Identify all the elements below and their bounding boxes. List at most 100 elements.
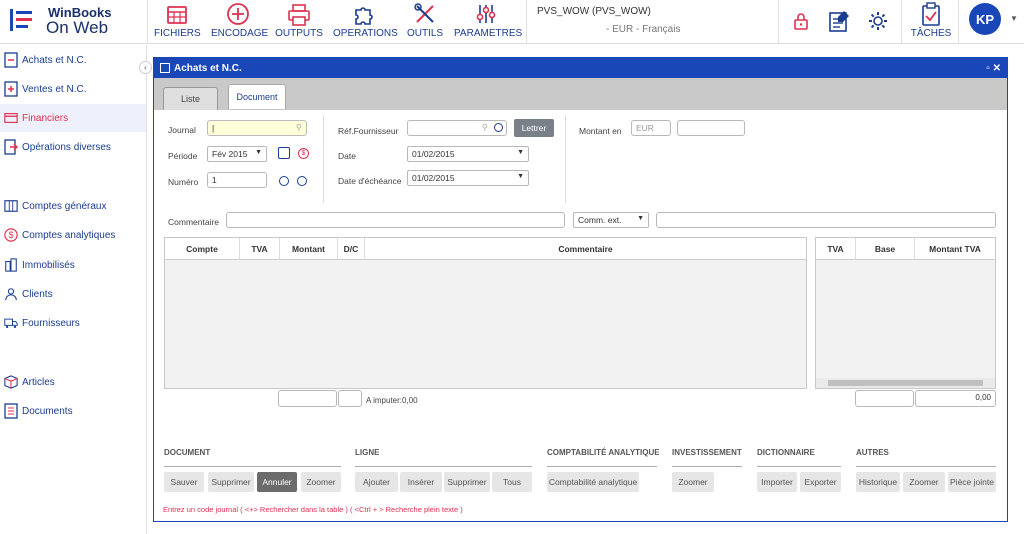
column-header[interactable]: TVA <box>816 238 856 260</box>
vat-base-total <box>855 390 914 407</box>
commentaire-label: Commentaire <box>168 217 220 227</box>
section-dictionnaire-label: DICTIONNAIRE <box>757 448 815 457</box>
notes-icon[interactable] <box>828 9 852 33</box>
taches-button[interactable]: TÂCHES <box>908 0 954 44</box>
supprimer-ligne-button[interactable]: Supprimer <box>444 472 490 492</box>
date-select[interactable]: 01/02/2015 ▼ <box>407 146 529 162</box>
sidebar: Achats et N.C. Ventes et N.C. Financiers… <box>0 45 147 534</box>
importer-button[interactable]: Importer <box>757 472 797 492</box>
commentaire-input[interactable] <box>226 212 565 228</box>
date-label: Date <box>338 151 356 161</box>
exporter-button[interactable]: Exporter <box>800 472 841 492</box>
annuler-button[interactable]: Annuler <box>257 472 297 492</box>
sidebar-item-achats[interactable]: Achats et N.C. <box>0 47 146 73</box>
horizontal-scrollbar[interactable] <box>816 378 995 388</box>
column-header[interactable]: TVA <box>240 238 280 260</box>
zoomer-autres-button[interactable]: Zoomer <box>903 472 945 492</box>
echeance-label: Date d'échéance <box>338 176 402 186</box>
sidebar-item-operations-diverses[interactable]: Opérations diverses <box>0 134 146 160</box>
sidebar-item-documents[interactable]: Documents <box>0 398 146 424</box>
toolbar-fichiers-button[interactable]: FICHIERS <box>154 0 201 44</box>
piece-jointe-button[interactable]: Pièce jointe <box>948 472 996 492</box>
minus-circle-icon[interactable] <box>494 123 503 132</box>
echeance-select[interactable]: 01/02/2015 ▼ <box>407 170 529 186</box>
montant-input[interactable] <box>677 120 745 136</box>
maximize-icon[interactable]: ▫ <box>986 63 990 74</box>
plus-circle-small-icon[interactable] <box>297 176 307 186</box>
column-header[interactable]: Compte <box>165 238 240 260</box>
sidebar-item-label: Documents <box>22 405 73 417</box>
currency-label: EUR <box>612 24 634 35</box>
vat-table[interactable]: TVA Base Montant TVA <box>815 237 996 389</box>
inserer-button[interactable]: Insérer <box>400 472 442 492</box>
toolbar-encodage-button[interactable]: ENCODAGE <box>211 0 268 44</box>
sidebar-item-comptes-analytiques[interactable]: $ Comptes analytiques <box>0 222 146 248</box>
historique-button[interactable]: Historique <box>856 472 900 492</box>
search-icon[interactable]: ⚲ <box>296 122 302 133</box>
winbooks-logo[interactable]: WinBooks On Web <box>0 0 148 44</box>
sidebar-item-immobilises[interactable]: Immobilisés <box>0 252 146 278</box>
column-header[interactable]: Commentaire <box>365 238 806 260</box>
montant-label: Montant en <box>579 126 622 136</box>
calendar-icon[interactable] <box>278 147 290 159</box>
supprimer-button[interactable]: Supprimer <box>208 472 254 492</box>
sidebar-item-articles[interactable]: Articles <box>0 369 146 395</box>
montant-currency-input[interactable]: EUR <box>631 120 671 136</box>
a-imputer-label: A imputer:0,00 <box>366 396 418 405</box>
currency-circle-icon[interactable]: $ <box>298 148 309 159</box>
divider <box>355 466 532 467</box>
window-header: Achats et N.C. ▫ ✕ <box>154 58 1007 78</box>
column-header[interactable]: Montant TVA <box>915 238 995 260</box>
comm-ext-select[interactable]: Comm. ext. ▼ <box>573 212 649 228</box>
sidebar-item-clients[interactable]: Clients <box>0 281 146 307</box>
toolbar-parametres-button[interactable]: PARAMETRES <box>454 0 522 44</box>
column-header[interactable]: Base <box>856 238 915 260</box>
lettrer-button[interactable]: Lettrer <box>514 119 554 137</box>
comm-ext-input[interactable] <box>656 212 996 228</box>
toolbar-outputs-button[interactable]: OUTPUTS <box>275 0 323 44</box>
sidebar-item-comptes-generaux[interactable]: Comptes généraux <box>0 193 146 219</box>
language-label[interactable]: Français <box>642 24 680 35</box>
logo-mark-icon <box>10 9 32 31</box>
column-header[interactable]: D/C <box>338 238 365 260</box>
tous-button[interactable]: Tous <box>492 472 532 492</box>
sidebar-item-label: Immobilisés <box>22 259 75 271</box>
chevron-down-icon[interactable]: ▼ <box>1010 14 1018 23</box>
sliders-icon <box>476 5 496 23</box>
toolbar-outils-label: OUTILS <box>406 28 444 39</box>
window-controls: ▫ ✕ <box>986 63 1001 74</box>
lines-table[interactable]: Compte TVA Montant D/C Commentaire <box>164 237 807 389</box>
periode-select[interactable]: Fév 2015 ▼ <box>207 146 267 162</box>
toolbar-outils-button[interactable]: OUTILS <box>406 0 444 44</box>
close-icon[interactable]: ✕ <box>993 63 1001 74</box>
ajouter-button[interactable]: Ajouter <box>355 472 398 492</box>
sidebar-item-ventes[interactable]: Ventes et N.C. <box>0 76 146 102</box>
collapse-sidebar-icon[interactable]: ‹ <box>139 61 152 74</box>
documents-icon <box>4 403 18 419</box>
echeance-value: 01/02/2015 <box>412 173 455 183</box>
sauver-button[interactable]: Sauver <box>164 472 204 492</box>
minus-circle-icon[interactable] <box>279 176 289 186</box>
sidebar-item-fournisseurs[interactable]: Fournisseurs <box>0 310 146 336</box>
total-dc-input <box>338 390 362 407</box>
divider <box>526 0 527 44</box>
lock-icon[interactable] <box>793 12 809 30</box>
gear-icon[interactable] <box>867 10 889 32</box>
tab-liste[interactable]: Liste <box>163 87 218 110</box>
column-header[interactable]: Montant <box>280 238 338 260</box>
avatar[interactable]: KP <box>969 3 1001 35</box>
ref-fournisseur-input[interactable]: ⚲ <box>407 120 507 136</box>
zoomer-button[interactable]: Zoomer <box>301 472 341 492</box>
top-bar: WinBooks On Web FICHIERS ENCODAGE OUTPUT… <box>0 0 1024 44</box>
search-icon[interactable]: ⚲ <box>482 122 488 133</box>
plus-doc-icon <box>4 81 18 97</box>
numero-input[interactable]: 1 <box>207 172 267 188</box>
toolbar-fichiers-label: FICHIERS <box>154 28 201 39</box>
comptabilite-analytique-button[interactable]: Comptabilité analytique <box>547 472 639 492</box>
clipboard-check-icon <box>922 2 940 26</box>
journal-input[interactable]: | ⚲ <box>207 120 307 136</box>
tab-document[interactable]: Document <box>228 84 286 109</box>
zoomer-investissement-button[interactable]: Zoomer <box>672 472 714 492</box>
toolbar-operations-button[interactable]: OPERATIONS <box>333 0 398 44</box>
sidebar-item-financiers[interactable]: Financiers <box>0 104 146 132</box>
